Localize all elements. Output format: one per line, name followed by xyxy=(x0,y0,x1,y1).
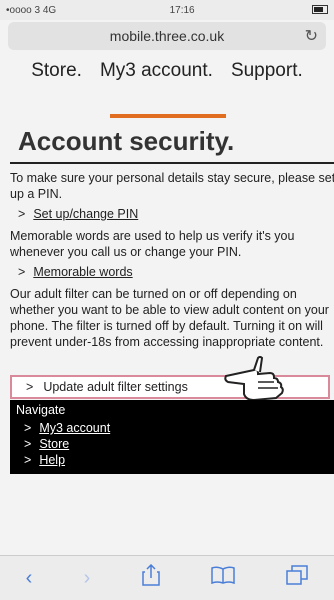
address-bar[interactable]: mobile.three.co.uk ↻ xyxy=(8,22,326,50)
set-up-pin-link[interactable]: Set up/change PIN xyxy=(33,207,138,221)
nav-store[interactable]: Store. xyxy=(31,58,82,82)
share-icon[interactable] xyxy=(141,563,160,592)
pointing-hand-icon xyxy=(224,356,284,402)
battery-icon xyxy=(308,5,328,16)
arrow-icon: > xyxy=(24,421,32,435)
my3-account-link[interactable]: My3 account xyxy=(39,421,110,435)
pin-link-row: > Set up/change PIN xyxy=(18,206,334,222)
navigate-item-my3-account: > My3 account xyxy=(10,420,334,436)
navigate-heading: Navigate xyxy=(16,403,66,417)
pin-paragraph: To make sure your personal details stay … xyxy=(10,171,334,201)
arrow-icon: > xyxy=(18,207,26,221)
bookmarks-icon[interactable] xyxy=(211,566,235,590)
arrow-icon: > xyxy=(24,437,32,451)
store-link[interactable]: Store xyxy=(39,437,69,451)
active-nav-underline xyxy=(110,114,226,118)
nav-support[interactable]: Support. xyxy=(231,58,303,82)
carrier-text: •oooo 3 4G xyxy=(6,4,57,16)
tabs-icon[interactable] xyxy=(286,565,309,591)
memorable-words-link-row: > Memorable words xyxy=(18,264,334,280)
nav-my3-account[interactable]: My3 account. xyxy=(100,58,213,82)
time-text: 17:16 xyxy=(169,4,195,16)
memorable-words-paragraph: Memorable words are used to help us veri… xyxy=(10,229,295,259)
reload-icon[interactable]: ↻ xyxy=(305,26,318,46)
help-link[interactable]: Help xyxy=(39,453,65,467)
title-divider xyxy=(10,162,334,164)
update-adult-filter-label: Update adult filter settings xyxy=(43,380,188,394)
memorable-words-link[interactable]: Memorable words xyxy=(33,265,132,279)
page-title: Account security. xyxy=(18,126,235,156)
chevron-left-icon[interactable]: ‹ xyxy=(26,567,33,590)
navigate-item-store: > Store xyxy=(10,436,334,452)
status-bar: •oooo 3 4G 17:16 xyxy=(0,0,334,20)
url-text: mobile.three.co.uk xyxy=(109,28,225,44)
arrow-icon: > xyxy=(24,453,32,467)
navigate-menu: Navigate > My3 account > Store > Help xyxy=(10,400,334,474)
navigate-item-help: > Help xyxy=(10,452,334,468)
chevron-right-icon[interactable]: › xyxy=(84,567,91,590)
browser-toolbar: ‹ › xyxy=(0,555,334,600)
arrow-icon: > xyxy=(18,265,26,279)
arrow-icon: > xyxy=(26,380,34,394)
adult-filter-paragraph: Our adult filter can be turned on or off… xyxy=(10,287,329,349)
content: To make sure your personal details stay … xyxy=(10,170,334,354)
site-nav: Store. My3 account. Support. xyxy=(0,58,334,118)
